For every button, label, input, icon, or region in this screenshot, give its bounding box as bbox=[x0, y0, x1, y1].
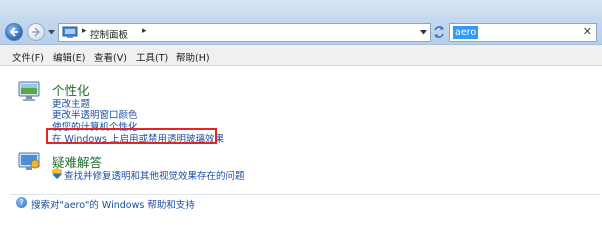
help-icon: ? bbox=[16, 197, 27, 208]
breadcrumb-separator[interactable]: ▸ bbox=[142, 26, 147, 36]
troubleshooting-icon[interactable] bbox=[17, 151, 43, 173]
menu-bar: 文件(F) 编辑(E) 查看(V) 工具(T) 帮助(H) bbox=[0, 45, 602, 66]
navigation-bar: ▸ 控制面板 ▸ aero ✕ bbox=[0, 0, 602, 45]
fix-visual-effects-link[interactable]: 查找并修复透明和其他视觉效果存在的问题 bbox=[64, 168, 245, 182]
search-input[interactable]: aero bbox=[453, 26, 479, 39]
menu-tools[interactable]: 工具(T) bbox=[136, 50, 168, 64]
breadcrumb-control-panel[interactable]: 控制面板 bbox=[90, 27, 128, 41]
address-dropdown-icon[interactable] bbox=[420, 30, 427, 35]
divider bbox=[10, 194, 600, 195]
breadcrumb-separator[interactable]: ▸ bbox=[82, 26, 87, 36]
forward-button[interactable] bbox=[27, 23, 45, 41]
back-button[interactable] bbox=[5, 23, 23, 41]
address-bar[interactable]: ▸ 控制面板 ▸ bbox=[58, 23, 431, 42]
control-panel-icon bbox=[62, 26, 78, 38]
search-help-link[interactable]: 搜索对"aero"的 Windows 帮助和支持 bbox=[31, 197, 195, 211]
clear-search-icon[interactable]: ✕ bbox=[583, 25, 592, 38]
menu-view[interactable]: 查看(V) bbox=[94, 50, 127, 64]
forward-arrow-icon bbox=[32, 27, 41, 37]
personalization-icon[interactable] bbox=[17, 80, 43, 104]
recent-pages-dropdown-icon[interactable] bbox=[48, 30, 55, 35]
menu-help[interactable]: 帮助(H) bbox=[176, 50, 210, 64]
search-box[interactable]: aero ✕ bbox=[449, 23, 597, 42]
back-arrow-icon bbox=[9, 27, 18, 37]
menu-edit[interactable]: 编辑(E) bbox=[53, 50, 85, 64]
refresh-icon[interactable] bbox=[432, 25, 446, 39]
highlight-box bbox=[46, 128, 217, 144]
shield-icon bbox=[52, 168, 62, 179]
menu-file[interactable]: 文件(F) bbox=[12, 50, 44, 64]
